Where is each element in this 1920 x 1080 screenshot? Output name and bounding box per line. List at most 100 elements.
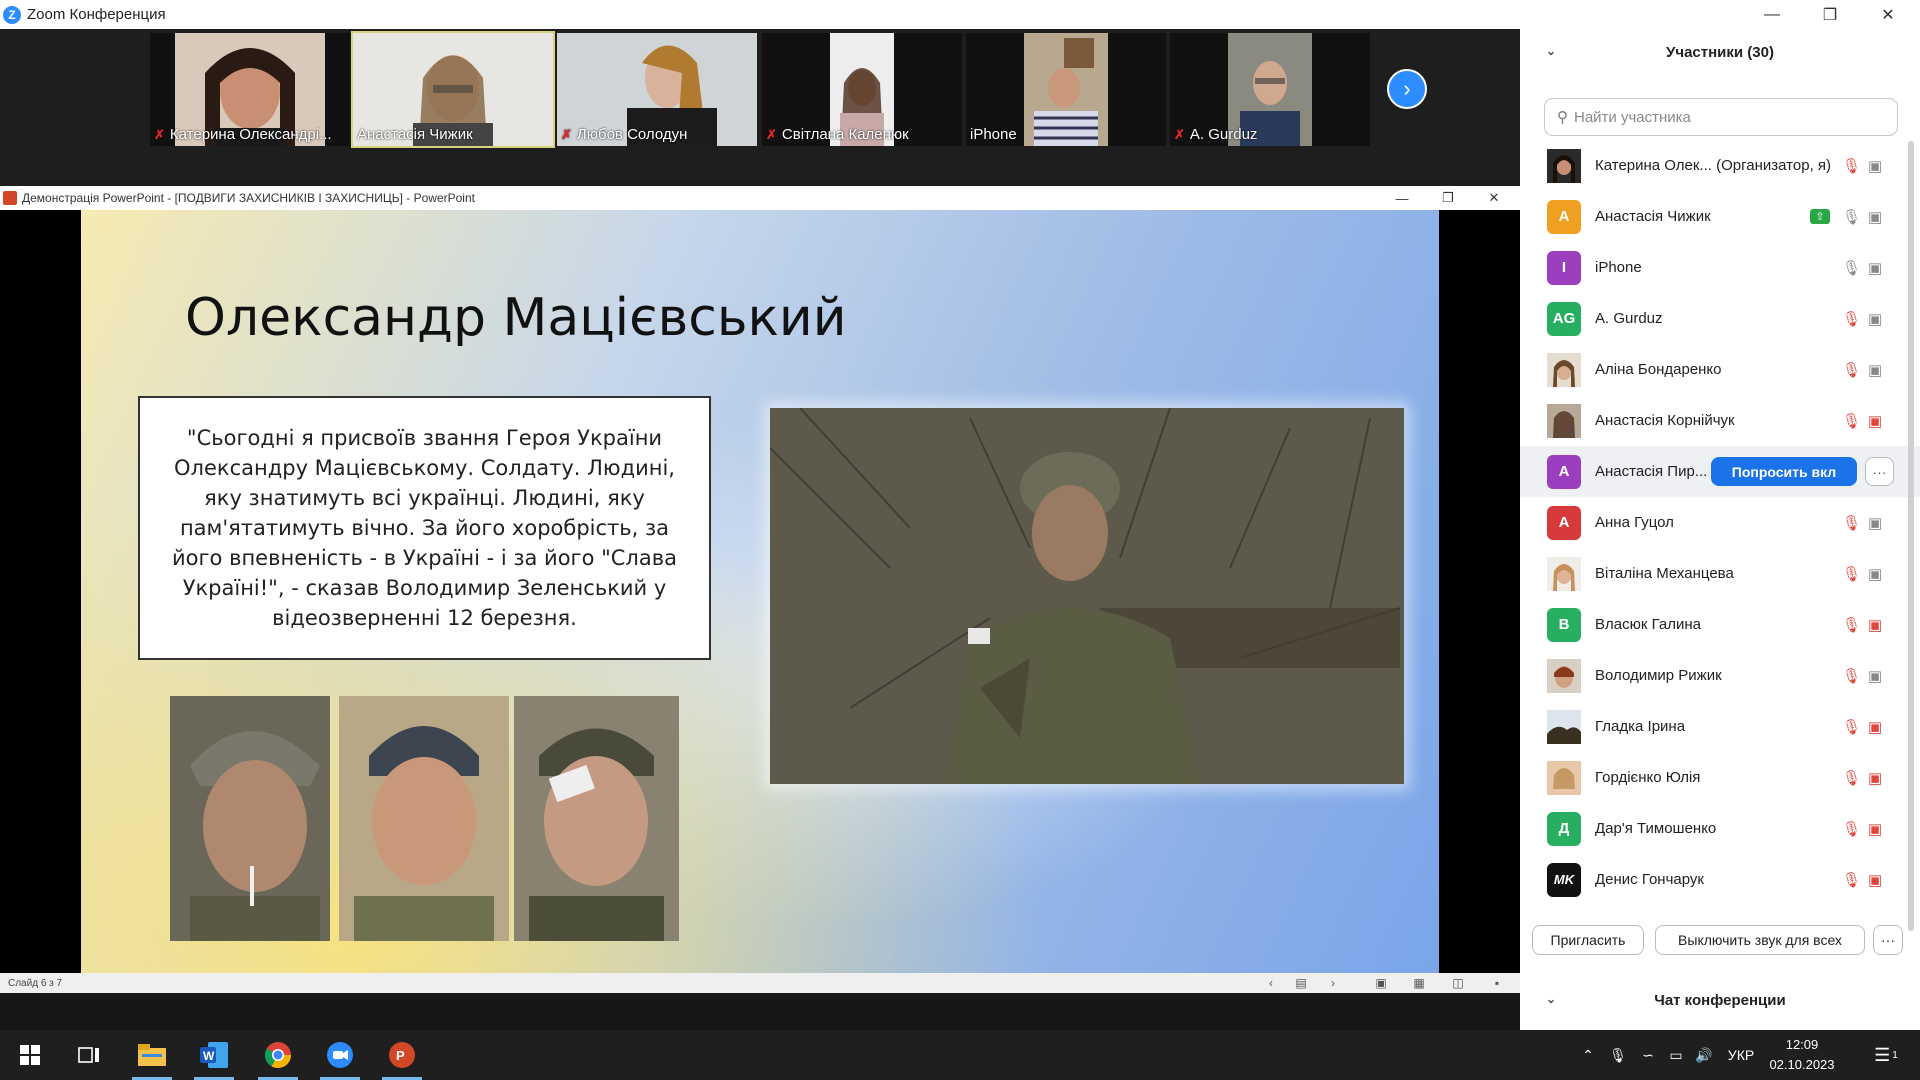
slide-sorter-icon[interactable]: ▦: [1408, 974, 1430, 992]
mic-muted-icon[interactable]: 🎙: [1842, 769, 1861, 787]
participants-panel: ⌄ Участники (30) ⚲ Найти участника Катер…: [1520, 29, 1920, 1030]
normal-view-icon[interactable]: ▣: [1370, 974, 1392, 992]
participant-row[interactable]: Гладка Ірина 🎙 ▣: [1520, 701, 1920, 752]
restore-icon[interactable]: ❐: [1428, 186, 1468, 210]
chrome-icon[interactable]: [254, 1030, 302, 1080]
avatar: [1547, 658, 1581, 693]
microphone-icon[interactable]: 🎙: [1604, 1030, 1632, 1080]
notifications-icon[interactable]: ☰ 1: [1862, 1030, 1910, 1080]
panel-more-button[interactable]: ···: [1873, 925, 1903, 955]
battery-icon[interactable]: ▭: [1662, 1030, 1690, 1080]
mute-all-button[interactable]: Выключить звук для всех: [1655, 925, 1865, 955]
avatar: [1547, 148, 1581, 183]
next-page-button[interactable]: ›: [1387, 69, 1427, 109]
participant-row[interactable]: MK Денис Гончарук 🎙 ▣: [1520, 854, 1920, 905]
participants-scrollbar[interactable]: [1908, 141, 1914, 931]
camera-off-icon[interactable]: ▣: [1868, 820, 1882, 838]
participant-row[interactable]: В Власюк Галина 🎙 ▣: [1520, 599, 1920, 650]
camera-icon[interactable]: ▣: [1868, 361, 1882, 379]
participant-row[interactable]: Віталіна Механцева 🎙 ▣: [1520, 548, 1920, 599]
video-tile[interactable]: ✗ Катерина Олександрі...: [150, 33, 350, 146]
volume-icon[interactable]: 🔊: [1690, 1030, 1718, 1080]
minimize-icon[interactable]: —: [1382, 186, 1422, 210]
avatar: А: [1547, 505, 1581, 540]
avatar: В: [1547, 607, 1581, 642]
mic-muted-icon[interactable]: 🎙: [1842, 616, 1861, 634]
mic-muted-icon[interactable]: 🎙: [1842, 871, 1861, 889]
participant-row-hovered[interactable]: А Анастасія Пир... Попросить вкл ···: [1520, 446, 1920, 497]
slideshow-icon[interactable]: ▪: [1486, 974, 1508, 992]
wifi-icon[interactable]: ∽: [1634, 1030, 1662, 1080]
portrait-photo: [514, 696, 679, 941]
main-photo: [770, 408, 1404, 784]
mic-icon[interactable]: 🎙: [1842, 259, 1861, 277]
language-indicator[interactable]: УКР: [1722, 1030, 1760, 1080]
mic-muted-icon[interactable]: 🎙: [1842, 718, 1861, 736]
camera-off-icon[interactable]: ▣: [1868, 616, 1882, 634]
restore-icon[interactable]: ❐: [1801, 0, 1859, 29]
clock[interactable]: 12:09 02.10.2023: [1762, 1030, 1842, 1080]
participant-row[interactable]: Катерина Олек... (Организатор, я) 🎙 ▣: [1520, 140, 1920, 191]
camera-icon[interactable]: ▣: [1868, 157, 1882, 175]
task-view-icon[interactable]: [65, 1030, 113, 1080]
reading-view-icon[interactable]: ◫: [1447, 974, 1469, 992]
mic-muted-icon[interactable]: 🎙: [1842, 157, 1861, 175]
video-tile[interactable]: ✗ Світлана Каленюк: [762, 33, 962, 146]
invite-button[interactable]: Пригласить: [1532, 925, 1644, 955]
camera-icon[interactable]: ▣: [1868, 208, 1882, 226]
word-icon[interactable]: W: [190, 1030, 238, 1080]
camera-icon[interactable]: ▣: [1868, 310, 1882, 328]
video-tile[interactable]: ✗ A. Gurduz: [1170, 33, 1370, 146]
participant-row[interactable]: AG A. Gurduz 🎙 ▣: [1520, 293, 1920, 344]
video-tile[interactable]: ✗ Любов Солодун: [557, 33, 757, 146]
next-slide-icon[interactable]: ›: [1322, 974, 1344, 992]
video-tile[interactable]: iPhone: [966, 33, 1166, 146]
camera-off-icon[interactable]: ▣: [1868, 412, 1882, 430]
chevron-down-icon[interactable]: ⌄: [1546, 992, 1556, 1006]
ask-to-start-video-button[interactable]: Попросить вкл: [1711, 457, 1857, 486]
participant-row[interactable]: А Анна Гуцол 🎙 ▣: [1520, 497, 1920, 548]
camera-icon[interactable]: ▣: [1868, 565, 1882, 583]
start-icon[interactable]: [6, 1030, 54, 1080]
mic-muted-icon[interactable]: 🎙: [1842, 667, 1861, 685]
minimize-icon[interactable]: —: [1743, 0, 1801, 29]
zoom-icon[interactable]: [316, 1030, 364, 1080]
slide-menu-icon[interactable]: ▤: [1290, 974, 1312, 992]
mic-muted-icon[interactable]: 🎙: [1842, 310, 1861, 328]
chat-header[interactable]: ⌄ Чат конференции: [1520, 992, 1920, 1009]
mic-muted-icon[interactable]: 🎙: [1842, 565, 1861, 583]
mic-icon[interactable]: 🎙: [1842, 208, 1861, 226]
chevron-up-icon[interactable]: ⌃: [1574, 1030, 1602, 1080]
mic-muted-icon[interactable]: 🎙: [1842, 820, 1861, 838]
camera-off-icon[interactable]: ▣: [1868, 871, 1882, 889]
close-icon[interactable]: ✕: [1859, 0, 1917, 29]
camera-off-icon[interactable]: ▣: [1868, 769, 1882, 787]
more-options-button[interactable]: ···: [1865, 457, 1894, 486]
powerpoint-icon[interactable]: P: [378, 1030, 426, 1080]
mic-muted-icon[interactable]: 🎙: [1842, 361, 1861, 379]
chevron-down-icon[interactable]: ⌄: [1546, 44, 1556, 58]
camera-off-icon[interactable]: ▣: [1868, 718, 1882, 736]
avatar: [1547, 403, 1581, 438]
file-explorer-icon[interactable]: [128, 1030, 176, 1080]
camera-icon[interactable]: ▣: [1868, 514, 1882, 532]
mic-muted-icon[interactable]: 🎙: [1842, 514, 1861, 532]
avatar: [1547, 556, 1581, 591]
participant-row[interactable]: I iPhone 🎙 ▣: [1520, 242, 1920, 293]
camera-icon[interactable]: ▣: [1868, 259, 1882, 277]
participant-row[interactable]: Анастасія Корнійчук 🎙 ▣: [1520, 395, 1920, 446]
participant-row[interactable]: Гордієнко Юлія 🎙 ▣: [1520, 752, 1920, 803]
video-tile-active[interactable]: Анастасія Чижик: [351, 31, 555, 148]
participant-row[interactable]: А Анастасія Чижик ⇧ 🎙 ▣: [1520, 191, 1920, 242]
notification-count: 1: [1892, 1049, 1898, 1061]
camera-icon[interactable]: ▣: [1868, 667, 1882, 685]
participant-row[interactable]: Аліна Бондаренко 🎙 ▣: [1520, 344, 1920, 395]
participant-search-input[interactable]: ⚲ Найти участника: [1544, 98, 1898, 136]
participant-row[interactable]: Володимир Рижик 🎙 ▣: [1520, 650, 1920, 701]
mic-muted-icon[interactable]: 🎙: [1842, 412, 1861, 430]
previous-slide-icon[interactable]: ‹: [1260, 974, 1282, 992]
participant-row[interactable]: Д Дар'я Тимошенко 🎙 ▣: [1520, 803, 1920, 854]
close-icon[interactable]: ✕: [1474, 186, 1514, 210]
powerpoint-window-title: Демонстрація PowerPoint - [ПОДВИГИ ЗАХИС…: [22, 191, 475, 205]
avatar: [1547, 709, 1581, 744]
